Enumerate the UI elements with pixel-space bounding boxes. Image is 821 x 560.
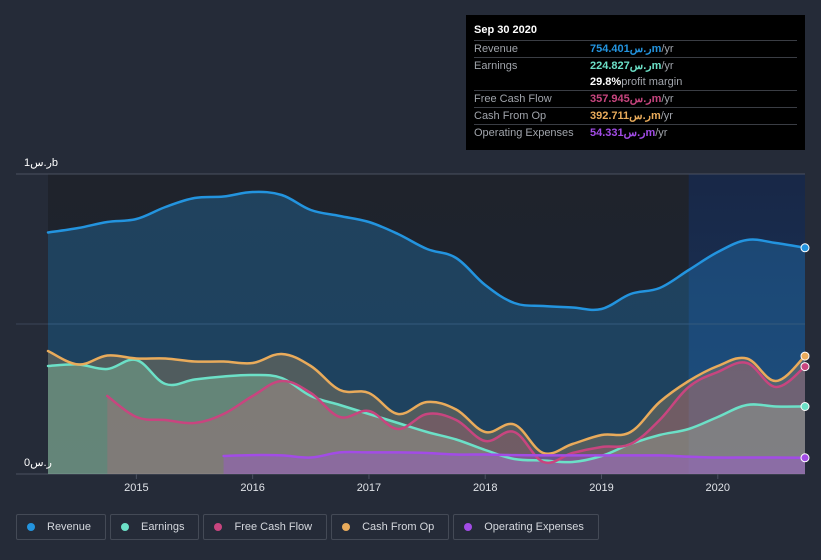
- legend-dot-icon: [464, 523, 473, 531]
- tooltip-rows: Revenue 754.401ر.سm /yr Earnings 224.827ر.س…: [474, 40, 797, 141]
- legend-item-cash-from-op[interactable]: Cash From Op: [331, 514, 450, 540]
- operating-expenses-endpoint: [800, 453, 810, 463]
- legend-dot-icon: [27, 523, 35, 531]
- legend-label: Free Cash Flow: [234, 521, 313, 533]
- tooltip-row-label: [474, 74, 590, 90]
- tooltip-row-unit: /yr: [661, 93, 674, 105]
- tooltip-row-value: 224.827ر.سm: [590, 60, 662, 72]
- tooltip: Sep 30 2020 Revenue 754.401ر.سm /yr Earnin…: [466, 15, 805, 150]
- tooltip-row-label: Cash From Op: [474, 110, 547, 122]
- legend-label: Operating Expenses: [484, 521, 584, 533]
- legend-item-revenue[interactable]: Revenue: [16, 514, 107, 540]
- tooltip-row: 29.8% profit margin: [474, 74, 797, 90]
- legend-item-operating-expenses[interactable]: Operating Expenses: [453, 514, 599, 540]
- tooltip-row-value: 754.401ر.سm: [590, 43, 662, 55]
- legend-dot-icon: [214, 523, 223, 531]
- y-tick-label-zero: 0ر.س: [24, 457, 52, 469]
- legend-dot-icon: [121, 523, 130, 531]
- free-cash-flow-endpoint: [800, 362, 810, 372]
- tooltip-row-unit: /yr: [661, 60, 674, 72]
- tooltip-row-label: Free Cash Flow: [474, 93, 552, 105]
- tooltip-row-value: 54.331ر.سm: [590, 127, 656, 139]
- legend-dot-icon: [342, 523, 351, 531]
- tooltip-row-value: 29.8%: [590, 76, 622, 88]
- tooltip-row: Earnings 224.827ر.سm /yr: [474, 57, 797, 74]
- tooltip-row-unit: /yr: [661, 43, 674, 55]
- tooltip-row-unit: profit margin: [621, 76, 683, 88]
- tooltip-row: Free Cash Flow 357.945ر.سm /yr: [474, 90, 797, 107]
- earnings-endpoint: [800, 402, 810, 411]
- revenue-endpoint: [800, 243, 810, 253]
- tooltip-date: Sep 30 2020: [474, 24, 537, 36]
- x-tick-label: 2019: [589, 482, 614, 494]
- x-axis: [135, 474, 719, 479]
- y-tick-label-max: 1ر.سb: [24, 157, 59, 169]
- x-tick-label: 2018: [472, 482, 498, 494]
- tooltip-row-label: Revenue: [474, 43, 519, 55]
- x-tick-label: 2020: [705, 482, 731, 494]
- tooltip-row: Cash From Op 392.711ر.سm /yr: [474, 107, 797, 124]
- cash-from-op-endpoint: [800, 351, 810, 361]
- x-tick-label: 2016: [240, 482, 265, 494]
- tooltip-row: Revenue 754.401ر.سm /yr: [474, 40, 797, 57]
- legend-label: Revenue: [47, 521, 92, 533]
- tooltip-row: Operating Expenses 54.331ر.سm /yr: [474, 124, 797, 141]
- tooltip-row-label: Operating Expenses: [474, 127, 574, 139]
- tooltip-row-unit: /yr: [655, 127, 668, 139]
- tooltip-row-value: 357.945ر.سm: [590, 93, 662, 105]
- legend-item-free-cash-flow[interactable]: Free Cash Flow: [203, 514, 328, 540]
- x-tick-label: 2017: [356, 482, 382, 494]
- legend-label: Earnings: [141, 521, 185, 533]
- tooltip-row-unit: /yr: [660, 110, 673, 122]
- legend-item-earnings[interactable]: Earnings: [110, 514, 200, 540]
- tooltip-row-label: Earnings: [474, 60, 518, 72]
- x-tick-label: 2015: [124, 482, 149, 494]
- legend-label: Cash From Op: [362, 521, 435, 533]
- tooltip-row-value: 392.711ر.سm: [590, 110, 661, 122]
- legend: Revenue Earnings Free Cash Flow Cash From O…: [16, 514, 599, 540]
